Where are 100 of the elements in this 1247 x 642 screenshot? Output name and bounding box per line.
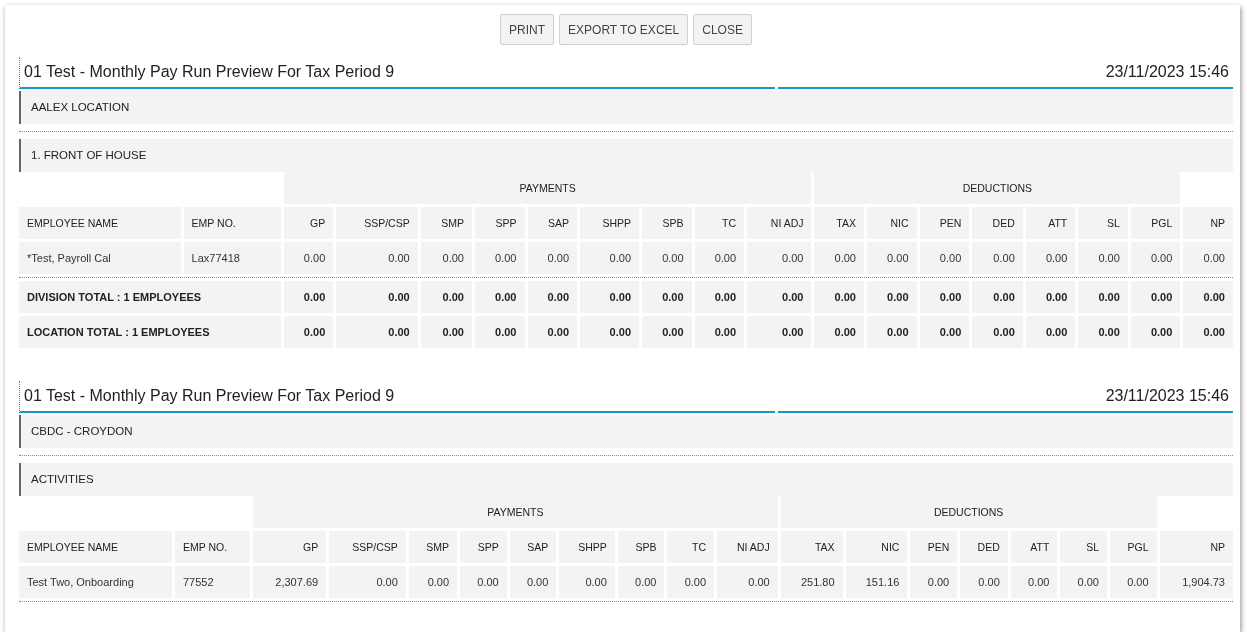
table-cell: 0.00	[1010, 566, 1058, 598]
table-cell: 151.16	[845, 566, 908, 598]
column-header: TC	[694, 207, 745, 239]
total-cell: 0.00	[1078, 281, 1128, 313]
table-cell: 0.00	[814, 242, 864, 274]
column-header: NP	[1183, 207, 1233, 239]
column-header: SHPP	[580, 207, 640, 239]
column-header: GP	[283, 207, 334, 239]
total-cell: 0.00	[642, 281, 692, 313]
column-header: NP	[1159, 531, 1233, 563]
table-cell: 0.00	[1183, 242, 1233, 274]
column-header: ATT	[1025, 207, 1076, 239]
table-cell: 0.00	[336, 242, 418, 274]
total-cell: 0.00	[336, 316, 418, 348]
table-cell: 1,904.73	[1159, 566, 1233, 598]
table-cell: 0.00	[747, 242, 812, 274]
column-group-header: DEDUCTIONS	[814, 172, 1181, 204]
table-cell: 0.00	[580, 242, 640, 274]
column-header: DED	[972, 207, 1023, 239]
table-cell: 0.00	[694, 242, 745, 274]
column-header: SAP	[527, 207, 577, 239]
column-group-header: DEDUCTIONS	[780, 496, 1157, 528]
total-cell: 0.00	[527, 281, 577, 313]
table-cell: 0.00	[527, 242, 577, 274]
table-cell: 0.00	[1130, 242, 1181, 274]
table-cell: 251.80	[780, 566, 843, 598]
total-cell: 0.00	[527, 316, 577, 348]
total-cell: 0.00	[283, 316, 334, 348]
total-cell: 0.00	[919, 316, 970, 348]
total-cell: 0.00	[475, 281, 525, 313]
column-header: EMP NO.	[183, 207, 281, 239]
column-header: PGL	[1130, 207, 1181, 239]
total-label: LOCATION TOTAL : 1 EMPLOYEES	[19, 316, 281, 348]
column-header: SAP	[509, 531, 557, 563]
total-cell: 0.00	[814, 316, 864, 348]
division-header: ACTIVITIES	[19, 463, 1233, 496]
table-cell: 0.00	[1110, 566, 1157, 598]
column-header: SPB	[617, 531, 665, 563]
total-cell: 0.00	[580, 281, 640, 313]
total-cell: 0.00	[420, 316, 472, 348]
column-header: NI ADJ	[747, 207, 812, 239]
column-header: TC	[667, 531, 715, 563]
table-cell: 0.00	[460, 566, 507, 598]
column-header: EMPLOYEE NAME	[19, 207, 181, 239]
column-header: ATT	[1010, 531, 1058, 563]
column-header: SMP	[420, 207, 472, 239]
table-cell: 0.00	[717, 566, 778, 598]
column-header: PEN	[919, 207, 970, 239]
table-cell: 0.00	[1025, 242, 1076, 274]
table-cell: 77552	[174, 566, 250, 598]
total-cell: 0.00	[642, 316, 692, 348]
division-header: 1. FRONT OF HOUSE	[19, 139, 1233, 172]
location-header: AALEX LOCATION	[19, 91, 1233, 124]
table-cell: 2,307.69	[252, 566, 327, 598]
table-cell: 0.00	[867, 242, 917, 274]
column-header: SPP	[460, 531, 507, 563]
total-cell: 0.00	[1025, 281, 1076, 313]
table-cell: 0.00	[960, 566, 1008, 598]
total-cell: 0.00	[747, 281, 812, 313]
table-cell: 0.00	[475, 242, 525, 274]
total-cell: 0.00	[1078, 316, 1128, 348]
total-cell: 0.00	[694, 281, 745, 313]
total-cell: 0.00	[1130, 316, 1181, 348]
column-header: EMPLOYEE NAME	[19, 531, 172, 563]
table-cell: *Test, Payroll Cal	[19, 242, 181, 274]
total-cell: 0.00	[1130, 281, 1181, 313]
column-header: SHPP	[559, 531, 615, 563]
column-header: DED	[960, 531, 1008, 563]
column-header: PGL	[1110, 531, 1157, 563]
table-cell: 0.00	[283, 242, 334, 274]
toolbar-button[interactable]: EXPORT TO EXCEL	[559, 14, 689, 45]
column-header: SMP	[408, 531, 458, 563]
table-cell: 0.00	[972, 242, 1023, 274]
report-title: 01 Test - Monthly Pay Run Preview For Tax Period 9	[19, 381, 775, 413]
column-header: EMP NO.	[174, 531, 250, 563]
column-header: GP	[252, 531, 327, 563]
total-cell: 0.00	[1183, 316, 1233, 348]
table-cell: 0.00	[509, 566, 557, 598]
column-header: NIC	[867, 207, 917, 239]
table-cell: 0.00	[559, 566, 615, 598]
column-header: TAX	[814, 207, 864, 239]
location-header: CBDC - CROYDON	[19, 415, 1233, 448]
table-cell: 0.00	[667, 566, 715, 598]
toolbar-button[interactable]: CLOSE	[693, 14, 752, 45]
total-cell: 0.00	[919, 281, 970, 313]
report-timestamp: 23/11/2023 15:46	[777, 381, 1233, 413]
column-group-header: PAYMENTS	[283, 172, 812, 204]
table-cell: Lax77418	[183, 242, 281, 274]
total-cell: 0.00	[867, 316, 917, 348]
column-header: SPB	[642, 207, 692, 239]
column-header: NI ADJ	[717, 531, 778, 563]
total-cell: 0.00	[747, 316, 812, 348]
table-cell: 0.00	[919, 242, 970, 274]
table-cell: 0.00	[617, 566, 665, 598]
toolbar-button[interactable]: PRINT	[500, 14, 555, 45]
table-cell: 0.00	[408, 566, 458, 598]
total-cell: 0.00	[420, 281, 472, 313]
total-cell: 0.00	[336, 281, 418, 313]
total-cell: 0.00	[1025, 316, 1076, 348]
column-header: NIC	[845, 531, 908, 563]
